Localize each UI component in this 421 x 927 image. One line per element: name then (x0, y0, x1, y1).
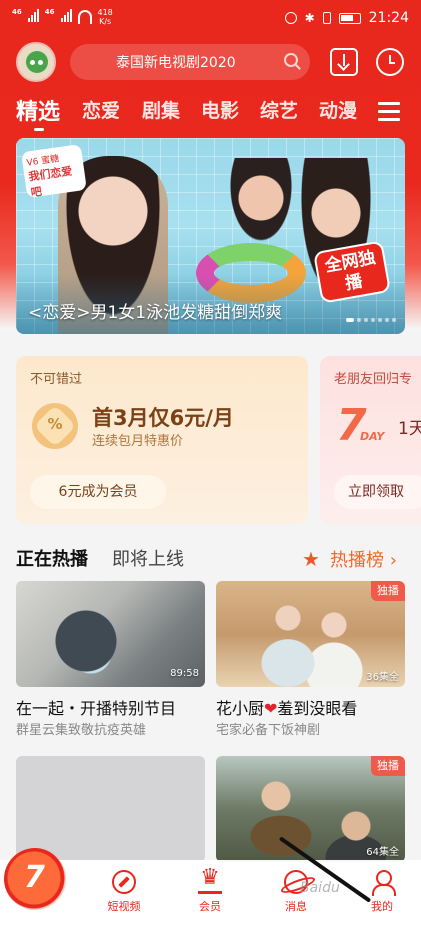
active-tab-indicator (34, 128, 44, 131)
video-title-part: 花小厨 (216, 699, 265, 718)
promo-subtitle: 连续包月特惠价 (92, 434, 184, 449)
home-float-button[interactable]: 7 (4, 848, 66, 910)
returning-user-card[interactable]: 老朋友回归专 7 DAY 1天 立即领取 (320, 356, 421, 524)
promo-text-2: 1天 (398, 419, 421, 439)
history-clock-icon[interactable] (376, 48, 404, 76)
tab-coming-soon[interactable]: 即将上线 (112, 545, 184, 571)
battery-icon (338, 12, 361, 24)
star-icon: ★ (302, 547, 320, 571)
show-logo-badge: V6 蜜糖 我们恋爱吧 (21, 144, 87, 199)
episode-count: 36集全 (366, 672, 399, 683)
exclusive-tag: 独播 (371, 581, 405, 601)
watermark: Baidu (300, 880, 340, 896)
claim-button[interactable]: 立即领取 (334, 475, 421, 509)
promo-tag: 不可错过 (30, 372, 83, 387)
video-thumbnail: 独播 64集全 (216, 756, 405, 862)
video-title-part: 羞到没眼看 (277, 699, 358, 718)
banner-actor (226, 158, 296, 248)
nav-vip[interactable]: 会员 (180, 866, 240, 914)
exclusive-tag: 独播 (371, 756, 405, 776)
nav-label: 消息 (285, 900, 307, 913)
network-speed: 418 K/s (98, 8, 113, 26)
avatar[interactable] (16, 42, 56, 82)
video-title: 花小厨❤羞到没眼看 (216, 695, 357, 719)
tab-anime[interactable]: 动漫 (319, 96, 357, 123)
person-icon (370, 870, 396, 896)
heart-icon: ❤ (264, 699, 278, 718)
video-title: 在一起・开播特别节目 (16, 699, 177, 718)
hot-rank-link[interactable]: ★ 热播榜 › (302, 546, 397, 572)
vibrate-icon (322, 12, 331, 24)
tab-variety[interactable]: 综艺 (260, 96, 298, 123)
tab-movies[interactable]: 电影 (201, 96, 239, 123)
promo-title: 首3月仅6元/月 (92, 406, 234, 430)
video-thumbnail: 独播 36集全 (216, 581, 405, 687)
video-subtitle: 群星云集致敬抗疫英雄 (16, 723, 147, 738)
nav-label: 短视频 (107, 900, 141, 913)
promo-tag-2: 老朋友回归专 (334, 372, 413, 387)
vip-promo-card[interactable]: 不可错过 % 首3月仅6元/月 连续包月特惠价 6元成为会员 (16, 356, 308, 524)
carousel-dots (346, 318, 396, 322)
days-unit: DAY (360, 430, 385, 443)
search-row: 泰国新电视剧2020 (0, 40, 421, 86)
nav-label: 我的 (371, 900, 393, 913)
bluetooth-icon: ✱ (304, 11, 315, 25)
tab-featured[interactable]: 精选 (16, 94, 60, 126)
wifi-icon (77, 10, 92, 24)
discount-icon: % (32, 403, 78, 449)
tab-romance[interactable]: 恋爱 (82, 96, 120, 123)
category-tabs: 精选 恋爱 剧集 电影 综艺 动漫 (0, 92, 421, 136)
video-thumbnail: 89:58 (16, 581, 205, 687)
video-thumbnail-placeholder (16, 756, 205, 862)
crown-icon (198, 866, 222, 894)
nav-label: 会员 (199, 900, 221, 913)
compass-icon (112, 870, 136, 894)
hero-banner[interactable]: V6 蜜糖 我们恋爱吧 全网独播 <恋爱>男1女1泳池发糖甜倒郑爽 (16, 138, 405, 334)
video-duration: 89:58 (170, 668, 199, 679)
search-placeholder: 泰国新电视剧2020 (116, 55, 236, 71)
discount-symbol: % (47, 415, 63, 433)
nav-short-video[interactable]: 短视频 (94, 870, 154, 914)
alarm-icon (284, 12, 297, 24)
tab-now-playing[interactable]: 正在热播 (16, 545, 88, 571)
speed-unit: K/s (99, 17, 112, 26)
signal-icon-2 (60, 8, 72, 22)
network-label: 46 (12, 8, 22, 16)
hot-rank-label: 热播榜 › (330, 550, 397, 571)
clock-time: 21:24 (368, 10, 409, 26)
video-subtitle: 宅家必备下饭神剧 (216, 723, 321, 738)
search-input[interactable]: 泰国新电视剧2020 (70, 44, 310, 80)
signal-icon (27, 8, 39, 22)
status-bar: 46 46 418 K/s ✱ 21:24 (0, 0, 421, 40)
episode-count: 64集全 (366, 847, 399, 858)
speed-value: 418 (97, 8, 113, 17)
tab-series[interactable]: 剧集 (142, 96, 180, 123)
become-member-button[interactable]: 6元成为会员 (30, 475, 166, 509)
download-icon[interactable] (330, 48, 358, 76)
menu-icon[interactable] (378, 102, 400, 121)
search-icon[interactable] (284, 53, 298, 67)
banner-caption: <恋爱>男1女1泳池发糖甜倒郑爽 (28, 303, 283, 323)
network-label-2: 46 (44, 8, 55, 16)
days-number: 7 (336, 400, 367, 451)
